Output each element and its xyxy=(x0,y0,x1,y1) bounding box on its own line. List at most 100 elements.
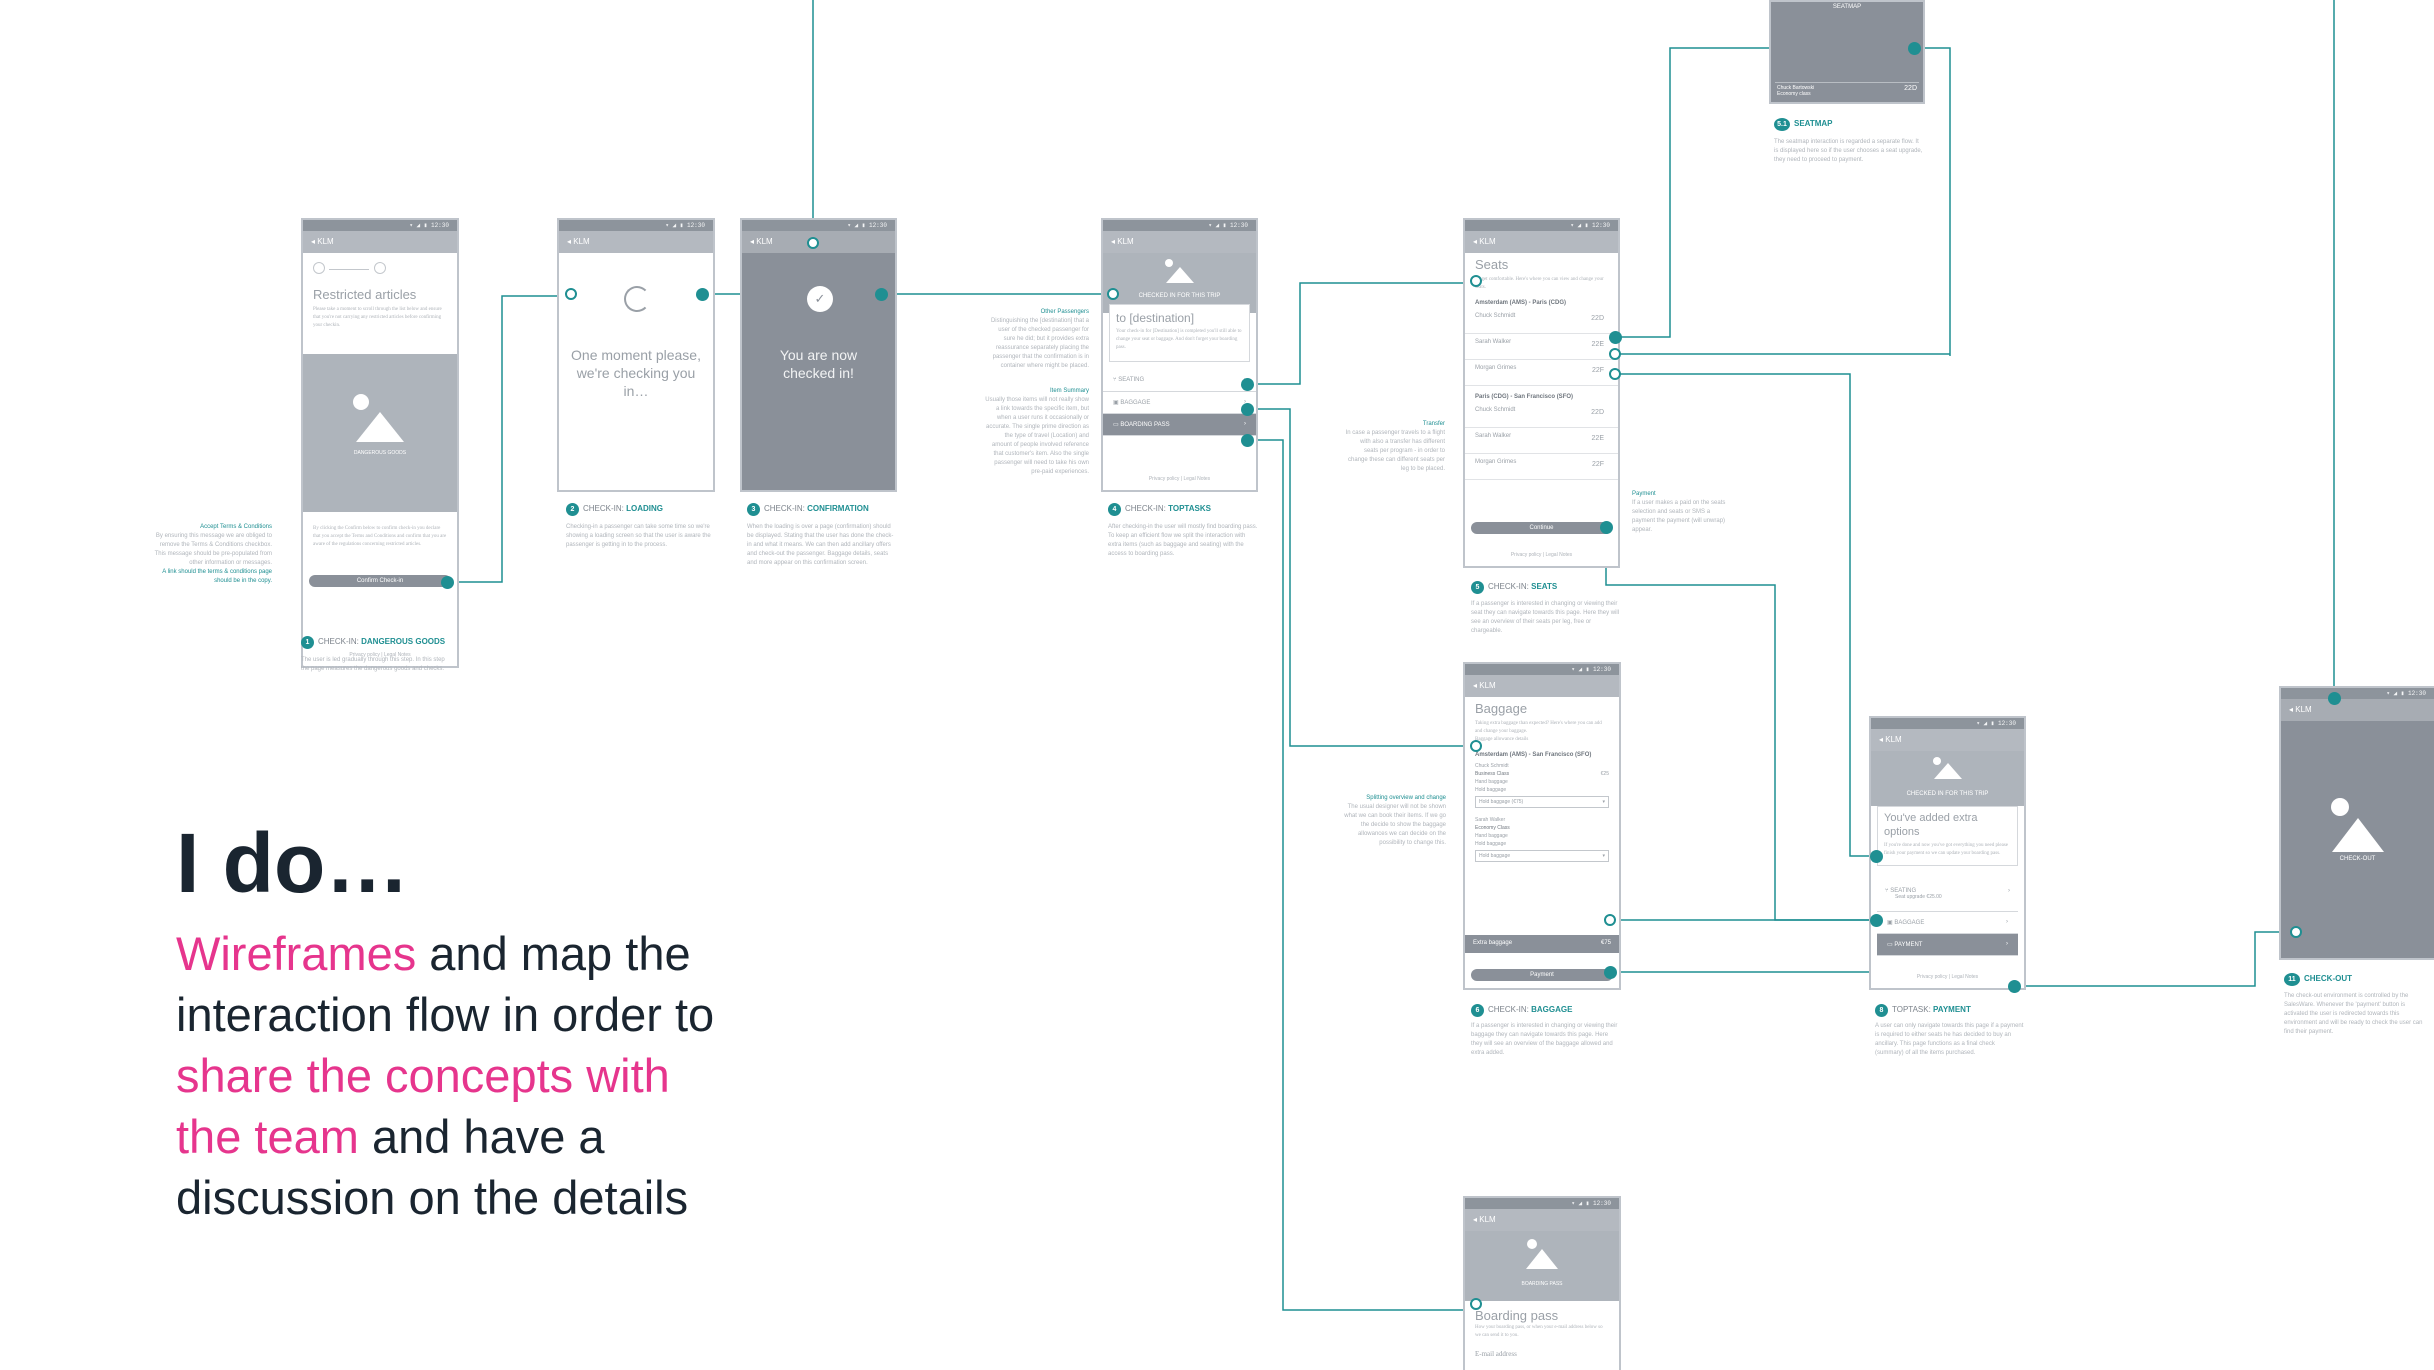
headline: I do… xyxy=(176,816,410,910)
status-bar: ▾ ◢ ▮ 12:30 xyxy=(2281,688,2434,699)
screen-payment: ▾ ◢ ▮ 12:30 ◂ KLM CHECKED IN FOR THIS TR… xyxy=(1869,716,2026,990)
boarding-pass-icon: ▭ xyxy=(1113,422,1119,428)
allowance-link[interactable]: Baggage allowance details xyxy=(1465,736,1619,744)
email-field[interactable]: E-mail address xyxy=(1465,1350,1619,1358)
status-bar: ▾ ◢ ▮ 12:30 xyxy=(742,220,895,231)
footer-links[interactable]: Privacy policy | Legal Notes xyxy=(1871,966,2024,988)
app-bar-back[interactable]: ◂ KLM xyxy=(1465,675,1619,697)
page-title: Restricted articles xyxy=(313,287,417,302)
page-title: Baggage xyxy=(1475,701,1528,716)
seatmap-row[interactable]: Chuck Bartowski 22D Economy class xyxy=(1775,82,1919,100)
continue-button[interactable]: Continue xyxy=(1471,522,1612,534)
toptask-list: ⑂ SEATING› ▣ BAGGAGE› ▭ BOARDING PASS › xyxy=(1103,370,1256,436)
checked-in-header: CHECKED IN FOR THIS TRIP xyxy=(1906,791,1989,797)
step-number: 5.1 xyxy=(1774,118,1790,131)
caption-title: CONFIRMATION xyxy=(807,504,869,513)
status-bar: ▾ ◢ ▮ 12:30 xyxy=(1465,220,1618,231)
note-text: In case a passenger travels to a flight … xyxy=(1345,430,1445,472)
description-seats: If a passenger is interested in changing… xyxy=(1471,601,1620,634)
destination-card: to [destination] Your check-in for [Dest… xyxy=(1109,304,1250,362)
total-value: €75 xyxy=(1600,940,1611,946)
connector-dot-open xyxy=(1470,740,1482,752)
checkmark-icon: ✓ xyxy=(807,286,833,312)
note-title: Payment xyxy=(1632,491,1656,497)
task-seating[interactable]: ⑂ SEATING › Seat upgrade €25.00 xyxy=(1877,884,2018,912)
app-bar-back[interactable]: ◂ KLM xyxy=(559,231,713,253)
seat-icon: ⑂ xyxy=(1113,377,1117,383)
seat-row[interactable]: Morgan Grimes 22F xyxy=(1465,360,1618,386)
confirmation-text: You are now checked in! xyxy=(779,347,858,381)
passenger-block-2: Sarah Walker Economy Class Hand baggage … xyxy=(1465,810,1619,868)
baggage-select[interactable]: Hold baggage (€75) ▾ xyxy=(1475,796,1609,808)
connector-dot-open xyxy=(1609,348,1621,360)
connector-dot xyxy=(1870,914,1883,927)
screen-confirmation: ▾ ◢ ▮ 12:30 ◂ KLM ✓ You are now checked … xyxy=(740,218,897,492)
screen-seats: ▾ ◢ ▮ 12:30 ◂ KLM Seats To get comfortab… xyxy=(1463,218,1620,568)
toptask-boarding-pass[interactable]: ▭ BOARDING PASS › xyxy=(1103,414,1256,436)
passenger-name: Sarah Walker xyxy=(1475,433,1512,439)
confirm-checkin-button[interactable]: Confirm Check-in xyxy=(309,575,451,587)
app-bar-back[interactable]: ◂ KLM xyxy=(1465,231,1618,253)
screen-loading: ▾ ◢ ▮ 12:30 ◂ KLM One moment please, we'… xyxy=(557,218,715,492)
seat-row[interactable]: Sarah Walker 22E xyxy=(1465,428,1618,454)
seat-row[interactable]: Morgan Grimes 22F xyxy=(1465,454,1618,480)
seat-icon: ⑂ xyxy=(1885,888,1889,894)
app-bar-back[interactable]: ◂ KLM xyxy=(1465,1209,1619,1231)
note-splitting: Splitting overview and change The usual … xyxy=(1340,794,1446,848)
baggage-icon: ▣ xyxy=(1113,400,1119,406)
toptask-seating[interactable]: ⑂ SEATING› xyxy=(1103,370,1256,392)
flow-connector-line xyxy=(447,295,571,583)
baggage-select[interactable]: Hold baggage ▾ xyxy=(1475,850,1609,862)
image-placeholder: DANGEROUS GOODS xyxy=(303,354,457,512)
task-baggage[interactable]: ▣ BAGGAGE › xyxy=(1877,912,2018,934)
caption-title: CHECK-OUT xyxy=(2304,974,2352,983)
leg-heading: Amsterdam (AMS) - San Francisco (SFO) xyxy=(1475,752,1592,758)
app-bar-back[interactable]: ◂ KLM xyxy=(1103,231,1256,253)
intro-text: To get comfortable. Here's where you can… xyxy=(1475,277,1604,290)
status-bar: ▾ ◢ ▮ 12:30 xyxy=(303,220,457,231)
page-title: Seats xyxy=(1475,257,1509,272)
image-label: CHECK-OUT xyxy=(2339,856,2376,862)
chevron-right-icon: › xyxy=(2008,888,2010,894)
row-label: BOARDING PASS xyxy=(1120,422,1170,428)
mountain-icon xyxy=(356,412,404,442)
mountain-icon xyxy=(1165,267,1194,283)
description-toptasks: After checking-in the user will mostly f… xyxy=(1108,524,1258,557)
note-title: Transfer xyxy=(1422,421,1445,427)
connector-dot xyxy=(696,288,709,301)
footer-links[interactable]: Privacy policy | Legal Notes xyxy=(1465,544,1618,566)
seat-row[interactable]: Chuck Schmidt 22D xyxy=(1465,402,1618,428)
connector-dot xyxy=(1870,850,1883,863)
app-bar-back[interactable]: ◂ KLM xyxy=(2281,699,2434,721)
seat-number: 22F xyxy=(1591,367,1604,374)
task-payment[interactable]: ▭ PAYMENT › xyxy=(1877,934,2018,956)
row-label: SEATING xyxy=(1118,377,1145,383)
seat-row[interactable]: Chuck Schmidt 22D xyxy=(1465,308,1618,334)
intro-text: Taking extra baggage than expected? Here… xyxy=(1475,721,1602,734)
terms-text: By clicking the Confirm below to confirm… xyxy=(313,526,447,547)
seat-number: 22E xyxy=(1591,341,1604,348)
toptask-baggage[interactable]: ▣ BAGGAGE › xyxy=(1103,392,1256,414)
connector-dot xyxy=(1241,378,1254,391)
seat-number: 22F xyxy=(1591,461,1604,468)
app-bar-back[interactable]: ◂ KLM xyxy=(1871,729,2024,751)
seat-row[interactable]: Sarah Walker 22E xyxy=(1465,334,1618,360)
chevron-down-icon: ▾ xyxy=(1602,799,1605,805)
payment-button[interactable]: Payment xyxy=(1471,969,1613,981)
hand-baggage: Hand baggage xyxy=(1475,833,1508,839)
baggage-total: Extra baggage €75 xyxy=(1465,935,1619,953)
app-bar-back[interactable]: ◂ KLM xyxy=(303,231,457,253)
image-label: BOARDING PASS xyxy=(1521,1281,1563,1287)
caption-loading: 2 CHECK-IN: LOADING xyxy=(566,503,663,516)
row-label: PAYMENT xyxy=(1894,942,1923,948)
note-title: Accept Terms & Conditions xyxy=(200,524,272,530)
screen-checkout: ▾ ◢ ▮ 12:30 ◂ KLM CHECK-OUT xyxy=(2279,686,2434,960)
step-number: 5 xyxy=(1471,581,1484,594)
spinner-icon xyxy=(624,286,650,312)
card-intro: If you're done and now you've got everyt… xyxy=(1884,843,2008,856)
connector-dot xyxy=(1600,521,1613,534)
screen-dangerous-goods: ▾ ◢ ▮ 12:30 ◂ KLM Restricted articles Pl… xyxy=(301,218,459,668)
step-number: 1 xyxy=(301,636,314,649)
footer-links[interactable]: Privacy policy | Legal Notes xyxy=(1103,468,1256,490)
hold-baggage: Hold baggage xyxy=(1475,841,1507,847)
